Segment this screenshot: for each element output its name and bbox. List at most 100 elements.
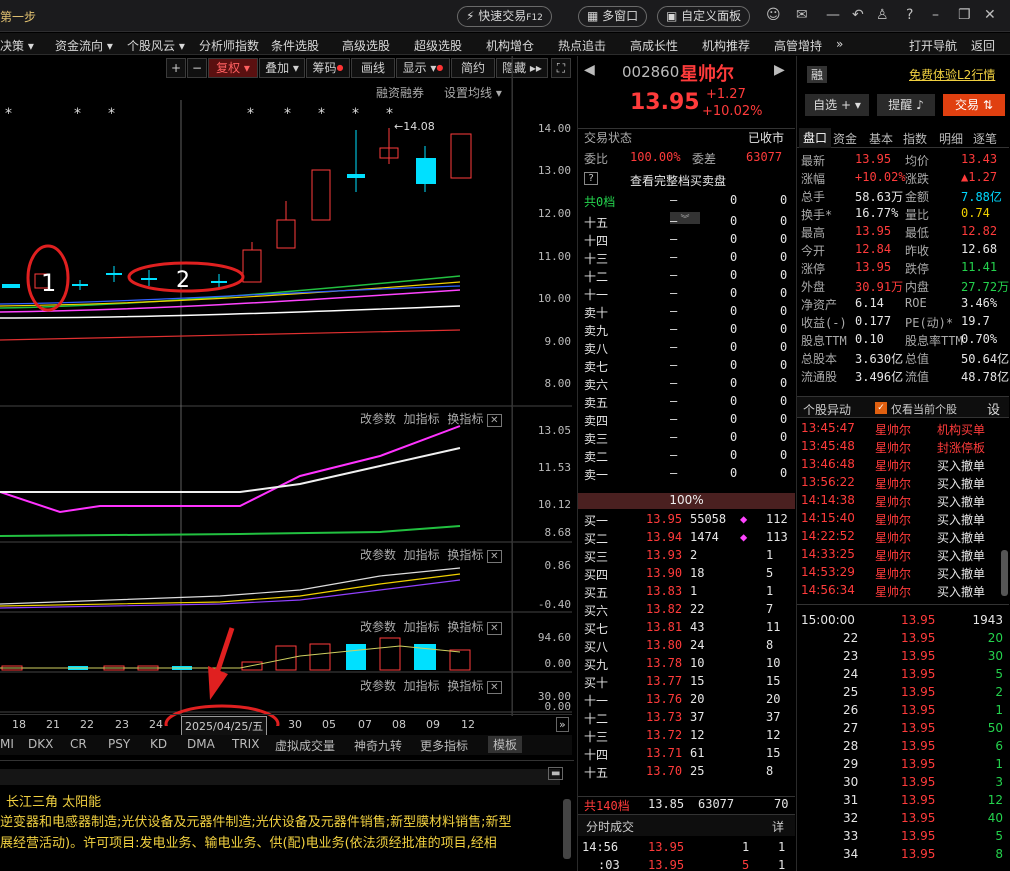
add-indicator-button[interactable]: 加指标 — [404, 679, 440, 693]
ask-row[interactable]: 卖六 — 0 0 — [578, 376, 795, 394]
quick-trade-button[interactable]: ⚡ 快速交易F12 — [457, 6, 552, 27]
ask-row[interactable]: 卖十 — 0 0 — [578, 304, 795, 322]
bid-row[interactable]: 十三 13.72 12 12 — [578, 728, 795, 746]
event-row[interactable]: 14:56:34 星帅尔 买入撤单 — [797, 582, 1009, 600]
ask-row[interactable]: 卖七 — 0 0 — [578, 358, 795, 376]
collapse-icon[interactable]: ▬ — [548, 767, 564, 780]
minimize-bar-icon[interactable]: — — [826, 7, 840, 23]
event-row[interactable]: 14:53:29 星帅尔 买入撤单 — [797, 564, 1009, 582]
tab-detail[interactable]: 明细 — [939, 130, 963, 147]
ask-row[interactable]: 十五 — 0 0 — [578, 214, 795, 232]
prev-stock-icon[interactable]: ◀ — [584, 62, 595, 78]
close-icon[interactable]: ✕ — [487, 681, 502, 694]
add-indicator-button[interactable]: 加指标 — [404, 412, 440, 426]
tab-dkx[interactable]: DKX — [28, 737, 53, 751]
trade-button[interactable]: 交易 ⇅ — [943, 94, 1005, 116]
scroll-right-icon[interactable]: » — [556, 717, 569, 732]
bid-row[interactable]: 买七 13.81 43 11 — [578, 620, 795, 638]
l2-trial-link[interactable]: 免费体验L2行情 — [909, 66, 995, 83]
watchlist-button[interactable]: 自选 + ▾ — [805, 94, 869, 116]
switch-indicator-button[interactable]: 换指标 — [447, 679, 483, 693]
tab-pankou[interactable]: 盘口 — [799, 128, 831, 148]
bid-row[interactable]: 买五 13.83 1 1 — [578, 584, 795, 602]
menu-item[interactable]: 分析师指数 — [199, 37, 259, 54]
bid-row[interactable]: 买二 13.94 1474 ◆ 113 — [578, 530, 795, 548]
menu-item[interactable]: 超级选股 — [414, 37, 462, 54]
ask-row[interactable]: 十三 — 0 0 — [578, 250, 795, 268]
menu-item[interactable]: 资金流向 ▾ — [55, 37, 113, 54]
open-nav-link[interactable]: 打开导航 — [909, 37, 957, 54]
bid-row[interactable]: 十四 13.71 61 15 — [578, 746, 795, 764]
menu-item[interactable]: 高管增持 — [774, 37, 822, 54]
bid-row[interactable]: 十二 13.73 37 37 — [578, 710, 795, 728]
menu-item[interactable]: 机构推荐 — [702, 37, 750, 54]
menu-item[interactable]: 高级选股 — [342, 37, 390, 54]
tab-more-indicators[interactable]: 更多指标 — [420, 737, 468, 754]
event-row[interactable]: 14:22:52 星帅尔 买入撤单 — [797, 528, 1009, 546]
full-book-link[interactable]: 查看完整档买卖盘 — [630, 172, 726, 189]
skin-icon[interactable]: ♙ — [876, 7, 889, 23]
switch-indicator-button[interactable]: 换指标 — [447, 548, 483, 562]
add-indicator-button[interactable]: 加指标 — [404, 548, 440, 562]
add-indicator-button[interactable]: 加指标 — [404, 620, 440, 634]
detail-button[interactable]: 详 — [772, 818, 784, 835]
event-row[interactable]: 14:15:40 星帅尔 买入撤单 — [797, 510, 1009, 528]
help-icon[interactable]: ? — [584, 172, 599, 185]
tab-basic[interactable]: 基本 — [869, 130, 893, 147]
ask-row[interactable]: 十二 — 0 0 — [578, 268, 795, 286]
tab-tick[interactable]: 逐笔 — [973, 130, 997, 147]
bid-row[interactable]: 买十 13.77 15 15 — [578, 674, 795, 692]
menu-item[interactable]: 决策 ▾ — [0, 37, 34, 54]
restore-icon[interactable]: ❐ — [958, 7, 971, 23]
ask-row[interactable]: 卖三 — 0 0 — [578, 430, 795, 448]
close-icon[interactable]: ✕ — [487, 622, 502, 635]
tab-mi[interactable]: MI — [0, 737, 14, 751]
modify-params-button[interactable]: 改参数 — [360, 412, 396, 426]
menu-item[interactable]: 机构增仓 — [486, 37, 534, 54]
tab-dma[interactable]: DMA — [187, 737, 215, 751]
help-icon[interactable]: ? — [906, 7, 913, 23]
modify-params-button[interactable]: 改参数 — [360, 620, 396, 634]
tab-trix[interactable]: TRIX — [232, 737, 259, 751]
ask-row[interactable]: 十四 — 0 0 — [578, 232, 795, 250]
event-row[interactable]: 14:33:25 星帅尔 买入撤单 — [797, 546, 1009, 564]
tab-kd[interactable]: KD — [150, 737, 167, 751]
bid-row[interactable]: 买三 13.93 2 1 — [578, 548, 795, 566]
ask-row[interactable]: 卖九 — 0 0 — [578, 322, 795, 340]
bid-row[interactable]: 买九 13.78 10 10 — [578, 656, 795, 674]
event-row[interactable]: 13:45:48 星帅尔 封涨停板 — [797, 438, 1009, 456]
event-row[interactable]: 13:46:48 星帅尔 买入撤单 — [797, 456, 1009, 474]
event-row[interactable]: 13:45:47 星帅尔 机构买单 — [797, 420, 1009, 438]
bid-row[interactable]: 买八 13.80 24 8 — [578, 638, 795, 656]
bid-row[interactable]: 十一 13.76 20 20 — [578, 692, 795, 710]
tab-psy[interactable]: PSY — [108, 737, 130, 751]
ask-row[interactable]: 卖四 — 0 0 — [578, 412, 795, 430]
ask-row[interactable]: 卖一 — 0 0 — [578, 466, 795, 484]
modify-params-button[interactable]: 改参数 — [360, 548, 396, 562]
bid-row[interactable]: 买四 13.90 18 5 — [578, 566, 795, 584]
ask-row[interactable]: 卖八 — 0 0 — [578, 340, 795, 358]
mail-icon[interactable]: ✉ — [796, 7, 808, 23]
tab-td9[interactable]: 神奇九转 — [354, 737, 402, 754]
tab-virtual-volume[interactable]: 虚拟成交量 — [275, 737, 335, 754]
bid-row[interactable]: 十五 13.70 25 8 — [578, 764, 795, 782]
user-icon[interactable]: ☺ — [766, 7, 781, 23]
events-settings-button[interactable]: 设 — [987, 399, 1000, 418]
bid-row[interactable]: 买一 13.95 55058 ◆ 112 — [578, 512, 795, 530]
events-scrollbar[interactable] — [1001, 550, 1008, 596]
filter-checkbox[interactable]: ✓ — [875, 402, 887, 414]
tab-template[interactable]: 模板 — [488, 736, 523, 753]
menu-item[interactable]: 个股风云 ▾ — [127, 37, 185, 54]
menu-item[interactable]: 热点追击 — [558, 37, 606, 54]
close-icon[interactable]: ✕ — [984, 7, 996, 23]
event-row[interactable]: 13:56:22 星帅尔 买入撤单 — [797, 474, 1009, 492]
tab-fund[interactable]: 资金 — [833, 130, 857, 147]
ask-row[interactable]: 卖二 — 0 0 — [578, 448, 795, 466]
info-scrollbar[interactable] — [563, 799, 571, 859]
multi-window-button[interactable]: ▦ 多窗口 — [578, 6, 648, 27]
back-link[interactable]: 返回 — [971, 37, 995, 54]
minimize-icon[interactable]: – — [932, 7, 939, 23]
tab-cr[interactable]: CR — [70, 737, 87, 751]
close-icon[interactable]: ✕ — [487, 550, 502, 563]
ask-row[interactable]: 十一 — 0 0 — [578, 286, 795, 304]
